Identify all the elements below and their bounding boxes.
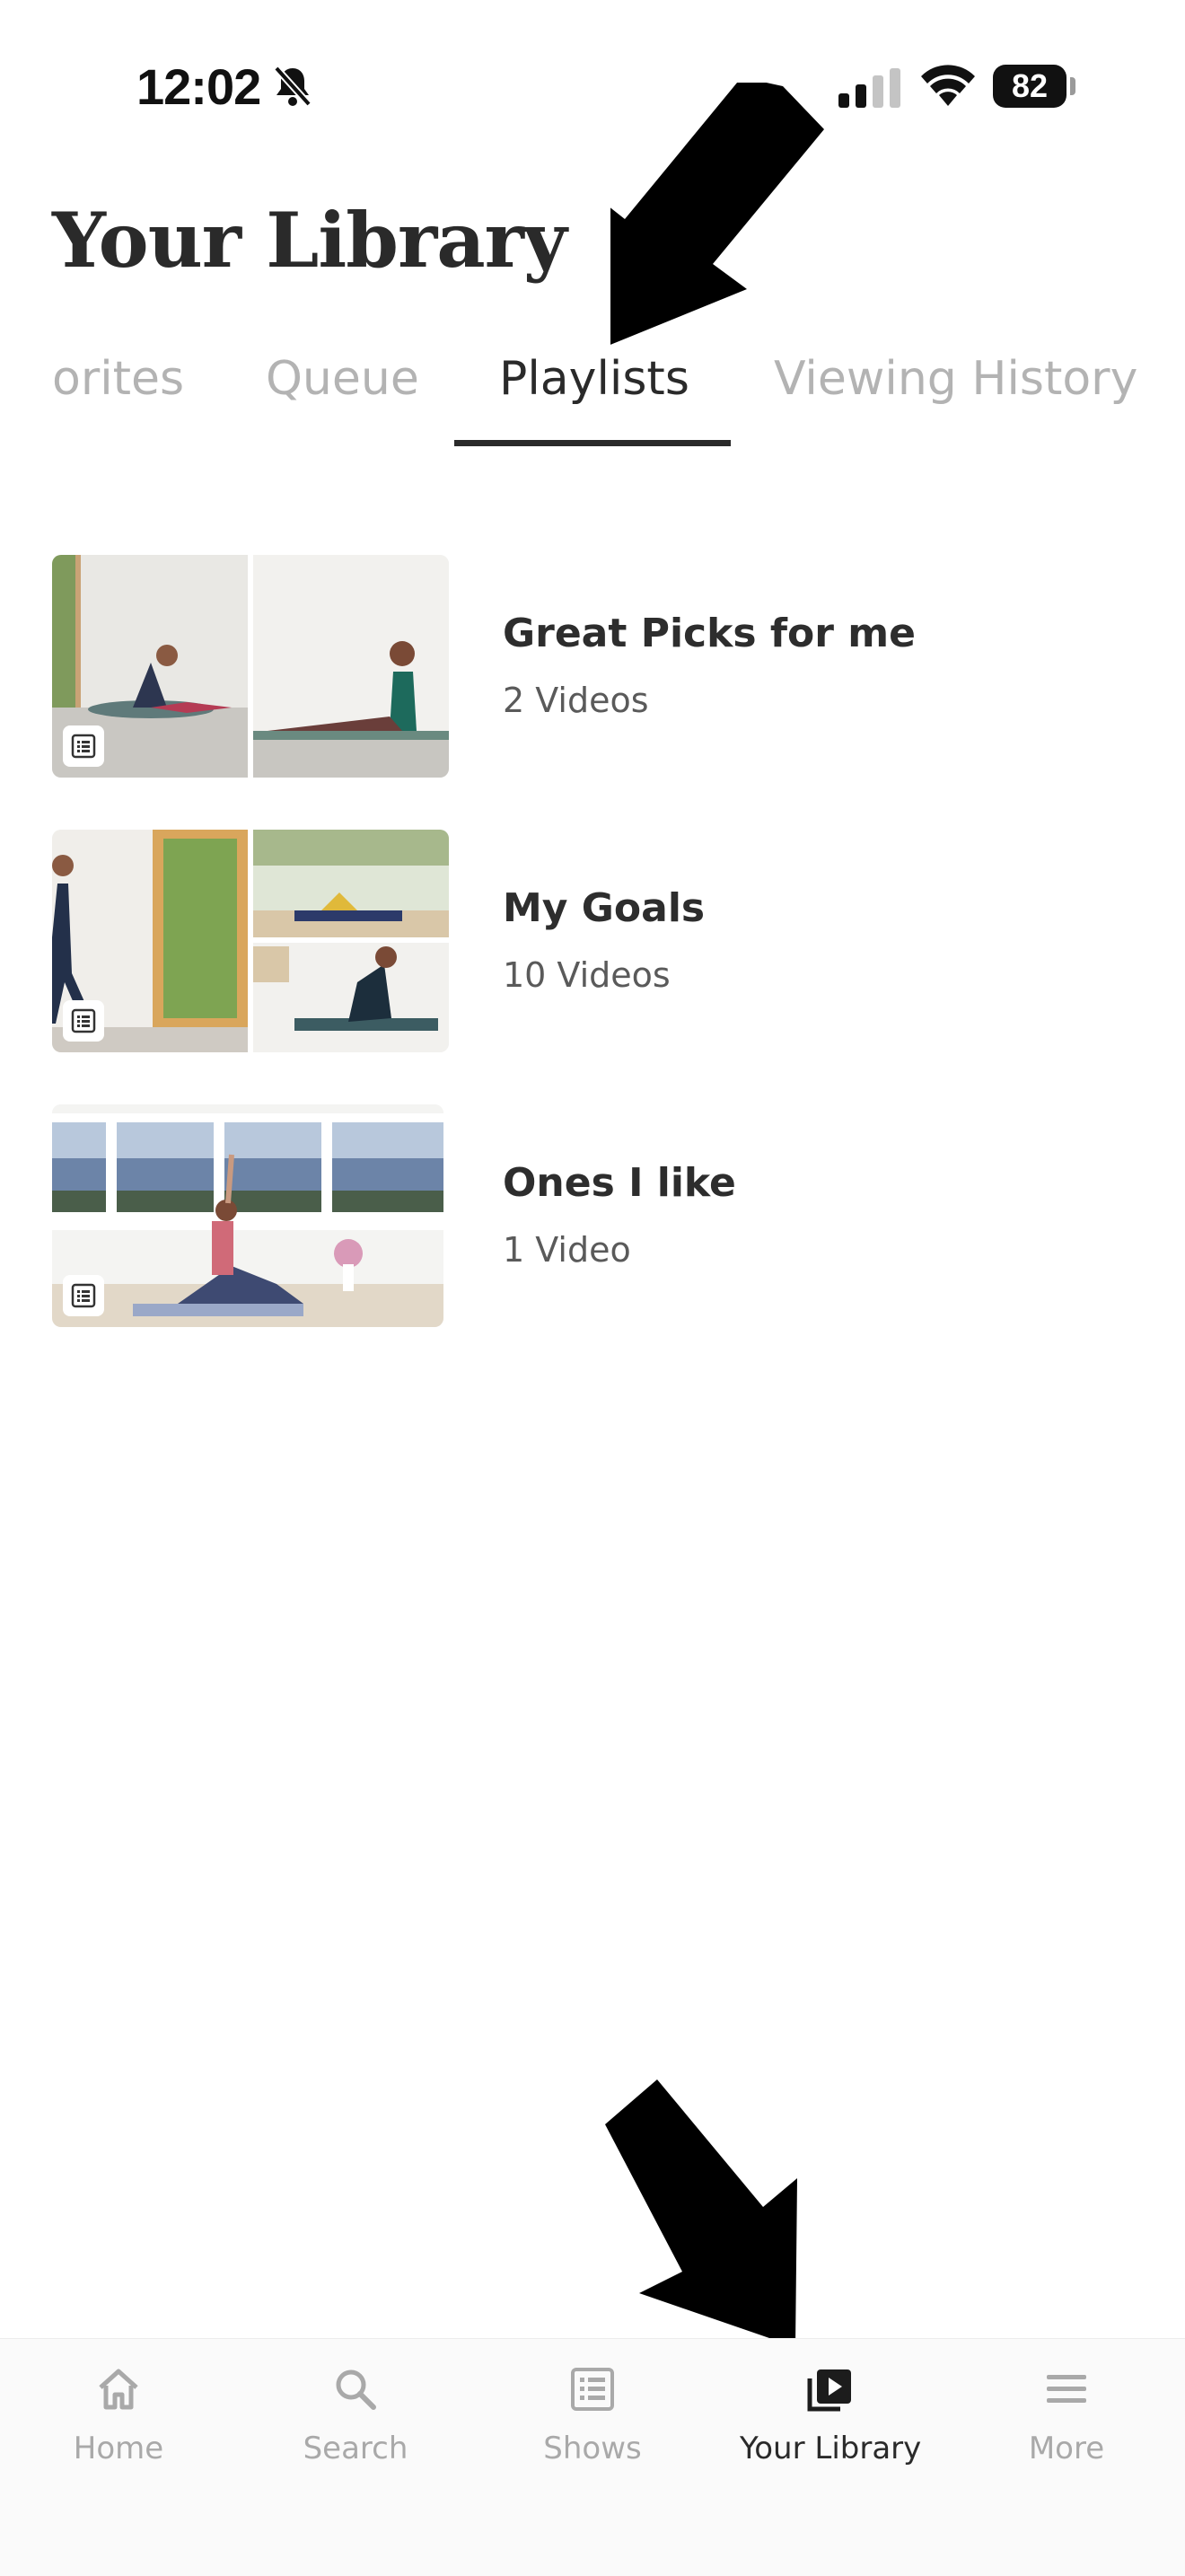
nav-label: Search bbox=[303, 2431, 408, 2466]
tab-queue[interactable]: Queue bbox=[266, 352, 419, 406]
playlist-video-count: 2 Videos bbox=[503, 681, 649, 720]
nav-your-library[interactable]: Your Library bbox=[740, 2366, 922, 2466]
playlist-icon bbox=[71, 1008, 96, 1033]
battery-level: 82 bbox=[1011, 67, 1049, 104]
playlist-thumbnail[interactable] bbox=[52, 555, 449, 778]
playlist-video-count: 10 Videos bbox=[503, 955, 671, 995]
playlist-badge bbox=[63, 725, 104, 767]
nav-label: Your Library bbox=[740, 2431, 922, 2466]
library-icon bbox=[807, 2369, 851, 2412]
nav-more[interactable]: More bbox=[977, 2366, 1156, 2466]
playlist-badge bbox=[63, 1275, 104, 1316]
home-icon bbox=[99, 2369, 138, 2410]
tab-viewing-history[interactable]: Viewing History bbox=[774, 352, 1137, 406]
cellular-signal-icon bbox=[838, 68, 900, 108]
tab-favorites[interactable]: orites bbox=[52, 352, 184, 406]
annotation-arrow-icon bbox=[610, 83, 824, 345]
playlist-badge bbox=[63, 1000, 104, 1042]
playlist-item[interactable]: Ones I like 1 Video bbox=[52, 1104, 1147, 1327]
search-icon bbox=[336, 2369, 376, 2410]
bottom-navigation: Home Search Shows Your Library More bbox=[0, 2338, 1185, 2576]
playlist-icon bbox=[71, 734, 96, 759]
playlist-collage-image bbox=[52, 555, 449, 778]
playlist-collage-image bbox=[52, 830, 449, 1052]
nav-label: Shows bbox=[543, 2431, 642, 2466]
playlist-title[interactable]: Ones I like bbox=[503, 1160, 736, 1206]
tab-playlists[interactable]: Playlists bbox=[499, 352, 689, 406]
playlist-icon bbox=[71, 1283, 96, 1308]
bell-muted-icon bbox=[274, 66, 312, 107]
nav-label: More bbox=[1028, 2431, 1105, 2466]
annotation-arrow-icon bbox=[605, 2079, 797, 2347]
playlist-video-image bbox=[52, 1104, 443, 1327]
page-title: Your Library bbox=[52, 196, 567, 285]
wifi-icon bbox=[921, 65, 975, 106]
playlist-video-count: 1 Video bbox=[503, 1230, 631, 1270]
playlist-title[interactable]: Great Picks for me bbox=[503, 611, 916, 656]
shows-icon bbox=[571, 2368, 614, 2411]
status-time: 12:02 bbox=[136, 58, 261, 115]
menu-icon bbox=[1047, 2375, 1086, 2403]
playlist-thumbnail[interactable] bbox=[52, 830, 449, 1052]
active-tab-indicator bbox=[454, 440, 731, 446]
nav-shows[interactable]: Shows bbox=[503, 2366, 682, 2466]
nav-search[interactable]: Search bbox=[266, 2366, 445, 2466]
playlist-thumbnail[interactable] bbox=[52, 1104, 443, 1327]
playlist-item[interactable]: Great Picks for me 2 Videos bbox=[52, 555, 1147, 778]
battery-nub bbox=[1070, 77, 1075, 95]
playlist-title[interactable]: My Goals bbox=[503, 885, 705, 931]
nav-label: Home bbox=[73, 2431, 164, 2466]
nav-home[interactable]: Home bbox=[29, 2366, 208, 2466]
playlist-item[interactable]: My Goals 10 Videos bbox=[52, 830, 1147, 1052]
battery-indicator: 82 bbox=[993, 65, 1066, 108]
